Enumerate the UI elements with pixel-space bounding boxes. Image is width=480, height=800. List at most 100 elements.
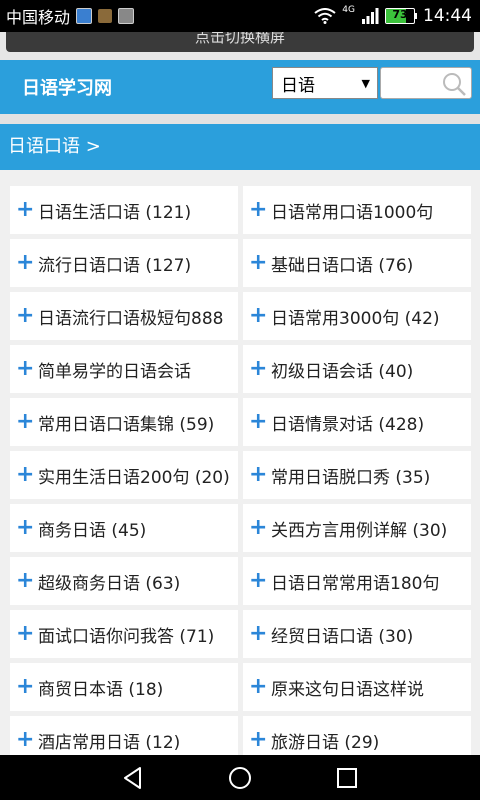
rotate-banner-area: 点击切换横屏	[0, 32, 480, 60]
category-link[interactable]: + 日语流行口语极短句888	[10, 292, 238, 340]
plus-icon: +	[16, 621, 35, 646]
category-link[interactable]: + 关西方言用例详解 (30)	[243, 504, 471, 552]
app-notification-icon	[76, 8, 93, 24]
plus-icon: +	[249, 674, 268, 699]
category-link[interactable]: + 经贸日语口语 (30)	[243, 610, 471, 658]
category-label: 流行日语口语 (127)	[38, 255, 192, 276]
category-link[interactable]: + 超级商务日语 (63)	[10, 557, 238, 605]
grid-row: + 实用生活日语200句 (20) + 常用日语脱口秀 (35)	[10, 451, 471, 504]
plus-icon: +	[249, 303, 268, 328]
section-title: 日语口语 >	[8, 136, 101, 157]
category-label: 原来这句日语这样说	[271, 679, 424, 700]
category-label: 面试口语你问我答 (71)	[38, 626, 215, 647]
category-label: 日语生活口语 (121)	[38, 202, 192, 223]
grid-row: + 商贸日本语 (18) + 原来这句日语这样说	[10, 663, 471, 716]
clock: 14:44	[423, 6, 472, 26]
category-link[interactable]: + 流行日语口语 (127)	[10, 239, 238, 287]
plus-icon: +	[16, 409, 35, 434]
plus-icon: +	[249, 621, 268, 646]
plus-icon: +	[16, 197, 35, 222]
category-label: 常用日语脱口秀 (35)	[271, 467, 431, 488]
category-label: 初级日语会话 (40)	[271, 361, 414, 382]
search-box[interactable]	[380, 67, 472, 99]
category-label: 日语流行口语极短句888	[38, 308, 224, 329]
app-notification-icon	[98, 9, 113, 23]
network-type-label: 4G	[342, 5, 355, 15]
category-label: 超级商务日语 (63)	[38, 573, 181, 594]
back-icon[interactable]	[120, 765, 146, 791]
category-label: 经贸日语口语 (30)	[271, 626, 414, 647]
category-link[interactable]: + 常用日语口语集锦 (59)	[10, 398, 238, 446]
category-link[interactable]: + 商贸日本语 (18)	[10, 663, 238, 711]
grid-row: + 简单易学的日语会话 + 初级日语会话 (40)	[10, 345, 471, 398]
category-label: 日语常用口语1000句	[271, 202, 434, 223]
category-link[interactable]: + 日语情景对话 (428)	[243, 398, 471, 446]
plus-icon: +	[249, 462, 268, 487]
category-link[interactable]: + 原来这句日语这样说	[243, 663, 471, 711]
plus-icon: +	[249, 356, 268, 381]
search-icon[interactable]	[441, 71, 467, 97]
signal-icon	[362, 8, 379, 24]
plus-icon: +	[249, 250, 268, 275]
rotate-screen-button[interactable]: 点击切换横屏	[6, 32, 474, 52]
category-link[interactable]: + 日语生活口语 (121)	[10, 186, 238, 234]
category-link[interactable]: + 基础日语口语 (76)	[243, 239, 471, 287]
battery-icon: 73	[385, 8, 417, 24]
grid-row: + 商务日语 (45) + 关西方言用例详解 (30)	[10, 504, 471, 557]
grid-row: + 日语生活口语 (121) + 日语常用口语1000句	[10, 186, 471, 239]
dropdown-arrow-icon: ▼	[361, 77, 370, 90]
plus-icon: +	[249, 568, 268, 593]
plus-icon: +	[16, 515, 35, 540]
category-link[interactable]: + 初级日语会话 (40)	[243, 345, 471, 393]
plus-icon: +	[249, 409, 268, 434]
grid-row: + 超级商务日语 (63) + 日语日常常用语180句	[10, 557, 471, 610]
grid-row: + 日语流行口语极短句888 + 日语常用3000句 (42)	[10, 292, 471, 345]
status-bar: 中国移动 4G 73 14:44	[0, 0, 480, 32]
site-title[interactable]: 日语学习网	[22, 74, 112, 100]
grid-row: + 常用日语口语集锦 (59) + 日语情景对话 (428)	[10, 398, 471, 451]
plus-icon: +	[16, 462, 35, 487]
search-input[interactable]	[385, 68, 449, 98]
category-label: 旅游日语 (29)	[271, 732, 380, 753]
language-select-value: 日语	[281, 75, 315, 96]
category-label: 酒店常用日语 (12)	[38, 732, 181, 753]
plus-icon: +	[249, 515, 268, 540]
category-label: 商贸日本语 (18)	[38, 679, 164, 700]
plus-icon: +	[16, 727, 35, 752]
site-header: 日语学习网 日语 ▼	[0, 60, 480, 114]
carrier-name: 中国移动	[6, 8, 71, 27]
category-label: 简单易学的日语会话	[38, 361, 191, 382]
language-select[interactable]: 日语 ▼	[272, 67, 378, 99]
category-label: 常用日语口语集锦 (59)	[38, 414, 215, 435]
category-grid: + 日语生活口语 (121) + 日语常用口语1000句 + 流行日语口语 (127) + 基…	[10, 186, 471, 769]
category-link[interactable]: + 面试口语你问我答 (71)	[10, 610, 238, 658]
image-notification-icon	[118, 8, 135, 24]
category-link[interactable]: + 商务日语 (45)	[10, 504, 238, 552]
category-link[interactable]: + 日语常用3000句 (42)	[243, 292, 471, 340]
divider	[0, 114, 480, 124]
plus-icon: +	[16, 674, 35, 699]
plus-icon: +	[16, 568, 35, 593]
category-link[interactable]: + 日语日常常用语180句	[243, 557, 471, 605]
wifi-icon	[314, 8, 336, 24]
category-label: 日语情景对话 (428)	[271, 414, 425, 435]
plus-icon: +	[16, 356, 35, 381]
plus-icon: +	[16, 250, 35, 275]
plus-icon: +	[249, 197, 268, 222]
navigation-bar	[0, 755, 480, 800]
category-link[interactable]: + 实用生活日语200句 (20)	[10, 451, 238, 499]
category-label: 商务日语 (45)	[38, 520, 147, 541]
category-label: 日语常用3000句 (42)	[271, 308, 440, 329]
plus-icon: +	[16, 303, 35, 328]
section-header[interactable]: 日语口语 >	[0, 124, 480, 170]
plus-icon: +	[249, 727, 268, 752]
category-link[interactable]: + 日语常用口语1000句	[243, 186, 471, 234]
category-label: 基础日语口语 (76)	[271, 255, 414, 276]
grid-row: + 面试口语你问我答 (71) + 经贸日语口语 (30)	[10, 610, 471, 663]
category-label: 关西方言用例详解 (30)	[271, 520, 448, 541]
category-link[interactable]: + 简单易学的日语会话	[10, 345, 238, 393]
category-label: 日语日常常用语180句	[271, 573, 440, 594]
recent-apps-icon[interactable]	[334, 765, 360, 791]
category-link[interactable]: + 常用日语脱口秀 (35)	[243, 451, 471, 499]
home-icon[interactable]	[227, 765, 253, 791]
